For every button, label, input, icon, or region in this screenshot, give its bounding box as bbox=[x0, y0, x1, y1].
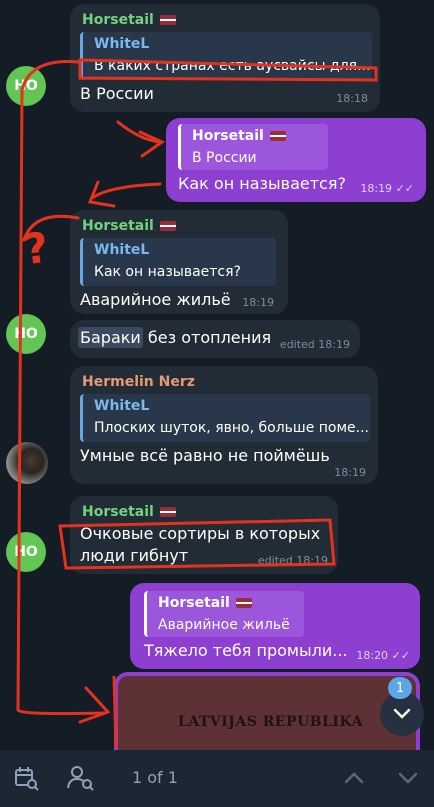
previous-result-button[interactable] bbox=[340, 766, 368, 790]
message-bubble[interactable]: Бараки без отопления edited 18:19 bbox=[70, 320, 360, 358]
calendar-search-button[interactable] bbox=[12, 764, 40, 792]
quote-author: WhiteL bbox=[94, 398, 150, 414]
sender-name[interactable]: Horsetail bbox=[82, 12, 176, 28]
message-bubble[interactable]: Horsetail WhiteL Как он называется? Авар… bbox=[70, 210, 288, 314]
reply-quote[interactable]: WhiteL Плоских шуток, явно, больше поме.… bbox=[80, 394, 370, 442]
sender-name[interactable]: Hermelin Nerz bbox=[82, 374, 195, 390]
bottom-search-bar: 1 of 1 bbox=[0, 750, 434, 807]
reply-quote[interactable]: WhiteL В каких странах есть аусвайсы для… bbox=[80, 32, 372, 80]
chevron-up-icon bbox=[344, 772, 364, 784]
latvia-flag-icon bbox=[269, 131, 286, 141]
quote-text: В России bbox=[192, 150, 257, 166]
latvia-flag-icon bbox=[159, 15, 176, 25]
latvia-flag-icon bbox=[159, 507, 176, 517]
next-result-button[interactable] bbox=[394, 766, 422, 790]
message-time: edited 18:19 bbox=[257, 554, 328, 567]
user-search-icon bbox=[67, 766, 94, 791]
message-bubble[interactable]: Horsetail Очковые сортиры в которых люди… bbox=[70, 496, 338, 574]
message-text: Как он называется? bbox=[178, 174, 346, 193]
message-time: 18:20 ✓✓ bbox=[356, 649, 410, 662]
chevron-down-icon bbox=[393, 708, 411, 719]
image-caption-text: LATVIJAS REPUBLIKA bbox=[178, 714, 363, 730]
quote-text: В каких странах есть аусвайсы для... bbox=[94, 58, 370, 74]
sender-name[interactable]: Horsetail bbox=[82, 218, 176, 234]
latvia-flag-icon bbox=[235, 598, 252, 608]
avatar[interactable]: HO bbox=[6, 66, 46, 106]
message-text-line-1: Очковые сортиры в которых bbox=[80, 524, 321, 543]
double-check-icon: ✓✓ bbox=[395, 182, 414, 195]
reply-quote[interactable]: Horsetail В России bbox=[178, 124, 328, 170]
avatar-photo[interactable] bbox=[6, 442, 48, 484]
passport-image[interactable]: LATVIJAS REPUBLIKA bbox=[118, 676, 416, 750]
message-time: 18:19 bbox=[242, 296, 274, 309]
unread-badge: 1 bbox=[388, 677, 412, 699]
message-time: 18:19 bbox=[334, 466, 366, 479]
user-search-button[interactable] bbox=[66, 764, 96, 792]
avatar[interactable]: HO bbox=[6, 532, 46, 572]
message-text: Аварийное жильё bbox=[80, 290, 231, 309]
message-time: edited 18:19 bbox=[279, 338, 350, 351]
question-mark-annotation: ? bbox=[20, 222, 52, 275]
message-time: 18:19 ✓✓ bbox=[360, 182, 414, 195]
message-bubble[interactable]: Hermelin Nerz WhiteL Плоских шуток, явно… bbox=[70, 366, 378, 484]
sender-name[interactable]: Horsetail bbox=[82, 504, 176, 520]
reply-quote[interactable]: Horsetail Аварийное жильё bbox=[144, 591, 304, 637]
message-text-line-2: люди гибнут bbox=[80, 546, 189, 565]
quote-text: Плоских шуток, явно, больше поме... bbox=[94, 420, 368, 436]
message-bubble-outgoing[interactable]: Horsetail В России Как он называется? 18… bbox=[166, 118, 426, 202]
latvia-flag-icon bbox=[159, 221, 176, 231]
reply-quote[interactable]: WhiteL Как он называется? bbox=[80, 238, 276, 286]
quote-author: WhiteL bbox=[94, 242, 150, 258]
avatar[interactable]: HO bbox=[6, 314, 46, 354]
message-text: В России bbox=[80, 84, 154, 103]
chevron-down-icon bbox=[398, 772, 418, 784]
message-text: Умные всё равно не поймёшь bbox=[80, 446, 330, 465]
message-text: Тяжело тебя промыли... bbox=[144, 641, 348, 660]
quote-author: Horsetail bbox=[158, 595, 252, 611]
message-time: 18:18 bbox=[336, 92, 368, 105]
message-bubble-outgoing[interactable]: Horsetail Аварийное жильё Тяжело тебя пр… bbox=[130, 583, 420, 669]
calendar-search-icon bbox=[15, 767, 39, 791]
double-check-icon: ✓✓ bbox=[391, 649, 410, 662]
search-result-counter: 1 of 1 bbox=[132, 768, 178, 787]
chat-area[interactable]: Horsetail WhiteL В каких странах есть ау… bbox=[0, 0, 434, 750]
quote-text: Как он называется? bbox=[94, 264, 241, 280]
quote-author: Horsetail bbox=[192, 128, 286, 144]
highlighted-word: Бараки bbox=[78, 327, 143, 348]
message-image-outgoing[interactable]: LATVIJAS REPUBLIKA bbox=[114, 672, 420, 750]
quote-text: Аварийное жильё bbox=[158, 617, 290, 633]
message-bubble[interactable]: Horsetail WhiteL В каких странах есть ау… bbox=[70, 4, 380, 112]
quote-author: WhiteL bbox=[94, 36, 150, 52]
message-text: Бараки без отопления bbox=[78, 327, 272, 348]
